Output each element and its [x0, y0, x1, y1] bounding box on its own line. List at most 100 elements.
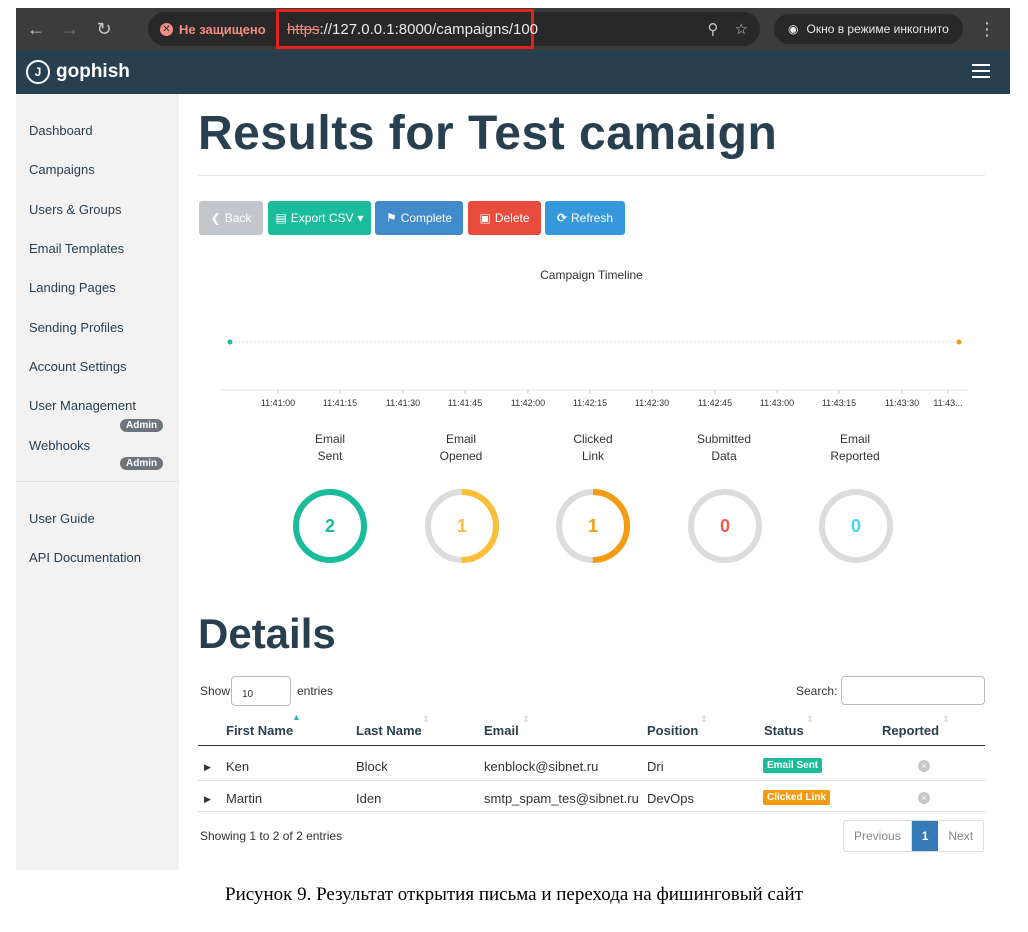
- column-status[interactable]: Status: [764, 723, 804, 738]
- pagination: Previous 1 Next: [843, 820, 985, 852]
- title-divider: [198, 175, 985, 176]
- donut-value-email-opened: 1: [456, 516, 467, 536]
- hamburger-menu-icon[interactable]: [972, 64, 990, 82]
- reload-icon[interactable]: ↻: [90, 19, 118, 40]
- previous-page-button[interactable]: Previous: [844, 821, 912, 851]
- export-csv-button[interactable]: ▤ Export CSV ▾: [268, 201, 371, 235]
- sidebar-item-sending-profiles[interactable]: Sending Profiles: [29, 320, 124, 335]
- show-label: Show: [200, 684, 231, 698]
- cell-email: smtp_spam_tes@sibnet.ru: [484, 791, 639, 806]
- sidebar-item-email-templates[interactable]: Email Templates: [29, 241, 124, 256]
- sidebar-divider: [16, 481, 179, 482]
- timeline-tick-label: 11:43:30: [885, 398, 919, 408]
- address-bar[interactable]: ✕ Не защищено https://127.0.0.1:8000/cam…: [148, 9, 760, 49]
- security-label: Не защищено: [179, 21, 266, 37]
- refresh-icon: ⟳: [556, 211, 568, 225]
- timeline-tick-label: 11:41:30: [386, 398, 420, 408]
- browser-menu-icon[interactable]: ⋮: [978, 19, 996, 40]
- not-reported-icon: ×: [918, 760, 930, 772]
- timeline-tick-label: 11:42:00: [511, 398, 545, 408]
- app-navbar: J gophish: [16, 50, 1010, 94]
- sidebar-item-api-documentation[interactable]: API Documentation: [29, 550, 141, 565]
- search-input[interactable]: [841, 676, 985, 705]
- cell-email: kenblock@sibnet.ru: [484, 759, 599, 774]
- sidebar-item-dashboard[interactable]: Dashboard: [29, 123, 93, 138]
- cell-last-name: Iden: [356, 791, 382, 806]
- details-title: Details: [198, 610, 336, 657]
- sort-icon[interactable]: ⇕: [806, 714, 814, 725]
- status-badge: Clicked Link: [763, 790, 830, 805]
- cell-position: Dri: [647, 759, 664, 774]
- cell-last-name: Block: [356, 759, 388, 774]
- sidebar-item-webhooks[interactable]: Webhooks: [29, 438, 90, 453]
- sort-asc-icon[interactable]: ▲: [292, 712, 301, 722]
- sort-icon[interactable]: ⇕: [942, 714, 950, 725]
- stat-label-submitted-data: Submitted Data: [696, 432, 752, 463]
- sidebar: Dashboard Campaigns Users & Groups Email…: [16, 94, 179, 870]
- timeline-tick-label: 11:43:15: [822, 398, 856, 408]
- table-header-rule: [198, 745, 985, 746]
- sidebar-item-landing-pages[interactable]: Landing Pages: [29, 280, 116, 295]
- trash-icon: ▣: [479, 211, 491, 225]
- expand-row-icon[interactable]: ▶: [204, 762, 211, 773]
- sort-icon[interactable]: ⇕: [422, 714, 430, 725]
- next-page-button[interactable]: Next: [938, 821, 983, 851]
- cell-first-name: Ken: [226, 759, 250, 774]
- figure-caption: Рисунок 9. Результат открытия письма и п…: [225, 884, 803, 905]
- timeline-tick-label: 11:42:45: [698, 398, 732, 408]
- sidebar-item-user-guide[interactable]: User Guide: [29, 511, 95, 526]
- refresh-button[interactable]: ⟳ Refresh: [545, 201, 625, 235]
- timeline-tick-label: 11:43...: [933, 398, 962, 408]
- back-circle-icon: ❮: [210, 211, 221, 225]
- column-last-name[interactable]: Last Name: [356, 723, 422, 738]
- cell-position: DevOps: [647, 791, 694, 806]
- stat-label-email-opened: Email Opened: [439, 432, 483, 463]
- timeline-event-clicked[interactable]: [956, 339, 962, 345]
- campaign-timeline-chart: 11:41:00 11:41:15 11:41:30 11:41:45 11:42:00…: [220, 339, 968, 408]
- expand-row-icon[interactable]: ▶: [204, 794, 211, 805]
- page-1-button[interactable]: 1: [911, 821, 939, 851]
- caret-down-icon: ▾: [357, 211, 364, 225]
- entries-label: entries: [297, 684, 334, 698]
- timeline-tick-label: 11:43:00: [760, 398, 794, 408]
- complete-button[interactable]: ⚑ Complete: [375, 201, 463, 235]
- url-highlight-box: https://127.0.0.1:8000/campaigns/100: [276, 9, 538, 49]
- column-position[interactable]: Position: [647, 723, 698, 738]
- zoom-icon[interactable]: ⚲: [708, 20, 719, 38]
- flag-checkered-icon: ⚑: [385, 211, 397, 225]
- forward-arrow-icon[interactable]: →: [56, 19, 84, 40]
- table-info: Showing 1 to 2 of 2 entries: [200, 829, 343, 843]
- logo[interactable]: J gophish: [26, 60, 130, 84]
- insecure-icon: ✕: [160, 22, 173, 36]
- incognito-label: Окно в режиме инкогнито: [806, 22, 949, 36]
- incognito-icon: ◉: [788, 22, 799, 36]
- sidebar-item-users-groups[interactable]: Users & Groups: [29, 202, 121, 217]
- incognito-indicator[interactable]: ◉ Окно в режиме инкогнито: [774, 14, 963, 44]
- donut-value-clicked-link: 1: [587, 516, 598, 536]
- sidebar-item-campaigns[interactable]: Campaigns: [29, 162, 95, 177]
- column-email[interactable]: Email: [484, 723, 519, 738]
- timeline-tick-label: 11:41:45: [448, 398, 482, 408]
- back-button[interactable]: ❮ Back: [199, 201, 263, 235]
- donut-value-email-reported: 0: [850, 516, 861, 536]
- column-reported[interactable]: Reported: [882, 723, 939, 738]
- row-divider: [198, 780, 985, 781]
- page-size-select[interactable]: 10: [231, 676, 291, 706]
- timeline-event-sent[interactable]: [227, 339, 233, 345]
- timeline-title: Campaign Timeline: [540, 268, 643, 282]
- sort-icon[interactable]: ⇕: [522, 714, 530, 725]
- sort-icon[interactable]: ⇕: [700, 714, 708, 725]
- donut-value-email-sent: 2: [324, 516, 335, 536]
- sidebar-item-account-settings[interactable]: Account Settings: [29, 359, 127, 374]
- admin-badge: Admin: [120, 419, 164, 432]
- back-arrow-icon[interactable]: ←: [22, 19, 50, 40]
- admin-badge: Admin: [120, 457, 164, 470]
- file-excel-icon: ▤: [275, 211, 287, 225]
- url-text[interactable]: https://127.0.0.1:8000/campaigns/100: [287, 21, 538, 38]
- delete-button[interactable]: ▣ Delete: [468, 201, 541, 235]
- column-first-name[interactable]: First Name: [226, 723, 293, 738]
- timeline-tick-label: 11:41:15: [323, 398, 357, 408]
- security-indicator[interactable]: ✕ Не защищено: [160, 22, 266, 37]
- sidebar-item-user-management[interactable]: User Management: [29, 398, 136, 413]
- star-icon[interactable]: ☆: [735, 20, 748, 38]
